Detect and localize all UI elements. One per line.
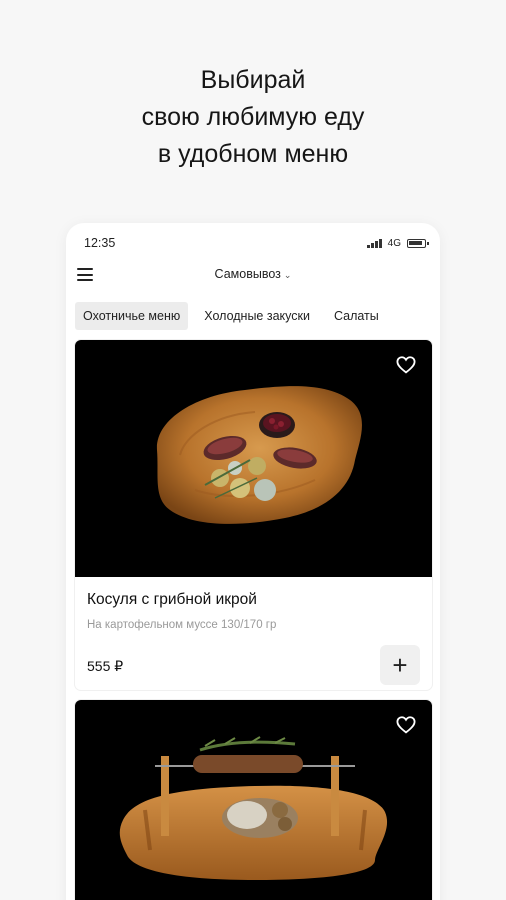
dish-card[interactable] (75, 700, 432, 900)
favorite-heart-icon[interactable] (396, 716, 416, 734)
dish-photo (75, 700, 432, 900)
dish-description: На картофельном муссе 130/170 гр (87, 619, 277, 631)
dish-photo (75, 340, 432, 577)
status-time: 12:35 (84, 236, 116, 250)
delivery-mode-selector[interactable]: Самовывоз ⌄ (66, 267, 440, 281)
battery-icon (407, 238, 429, 248)
tab-salads[interactable]: Салаты (326, 302, 387, 330)
network-type: 4G (387, 237, 401, 249)
tab-hunting-menu[interactable]: Охотничье меню (75, 302, 189, 330)
delivery-mode-label: Самовывоз (214, 267, 281, 281)
status-icons: 4G (367, 237, 429, 249)
skewer-dish-illustration (119, 736, 388, 880)
chevron-down-icon: ⌄ (283, 270, 292, 280)
promo-headline: Выбирай свою любимую еду в удобном меню (0, 62, 506, 173)
dish-name: Косуля с грибной икрой (87, 591, 257, 608)
add-to-cart-button[interactable]: + (380, 645, 420, 685)
promo-line-1: Выбирай (200, 66, 306, 94)
price-row: 555 ₽ + (87, 645, 420, 689)
plus-icon: + (392, 650, 408, 680)
favorite-heart-icon[interactable] (396, 356, 416, 374)
tab-cold-appetizers[interactable]: Холодные закуски (196, 302, 318, 330)
wooden-board-dish-illustration (156, 386, 362, 524)
promo-line-2: свою любимую еду (141, 103, 365, 131)
signal-icon (367, 238, 382, 248)
phone-screen: 12:35 4G Самовывоз ⌄ Охотничье меню Холод… (66, 223, 440, 900)
dish-card[interactable]: Косуля с грибной икрой На картофельном м… (75, 340, 432, 690)
category-tabs: Охотничье меню Холодные закуски Салаты (75, 302, 387, 330)
dish-info: Косуля с грибной икрой На картофельном м… (75, 577, 432, 689)
promo-line-3: в удобном меню (157, 140, 349, 168)
app-bar: Самовывоз ⌄ (66, 263, 440, 287)
status-bar: 12:35 4G (84, 235, 429, 251)
dish-price: 555 ₽ (87, 658, 124, 674)
